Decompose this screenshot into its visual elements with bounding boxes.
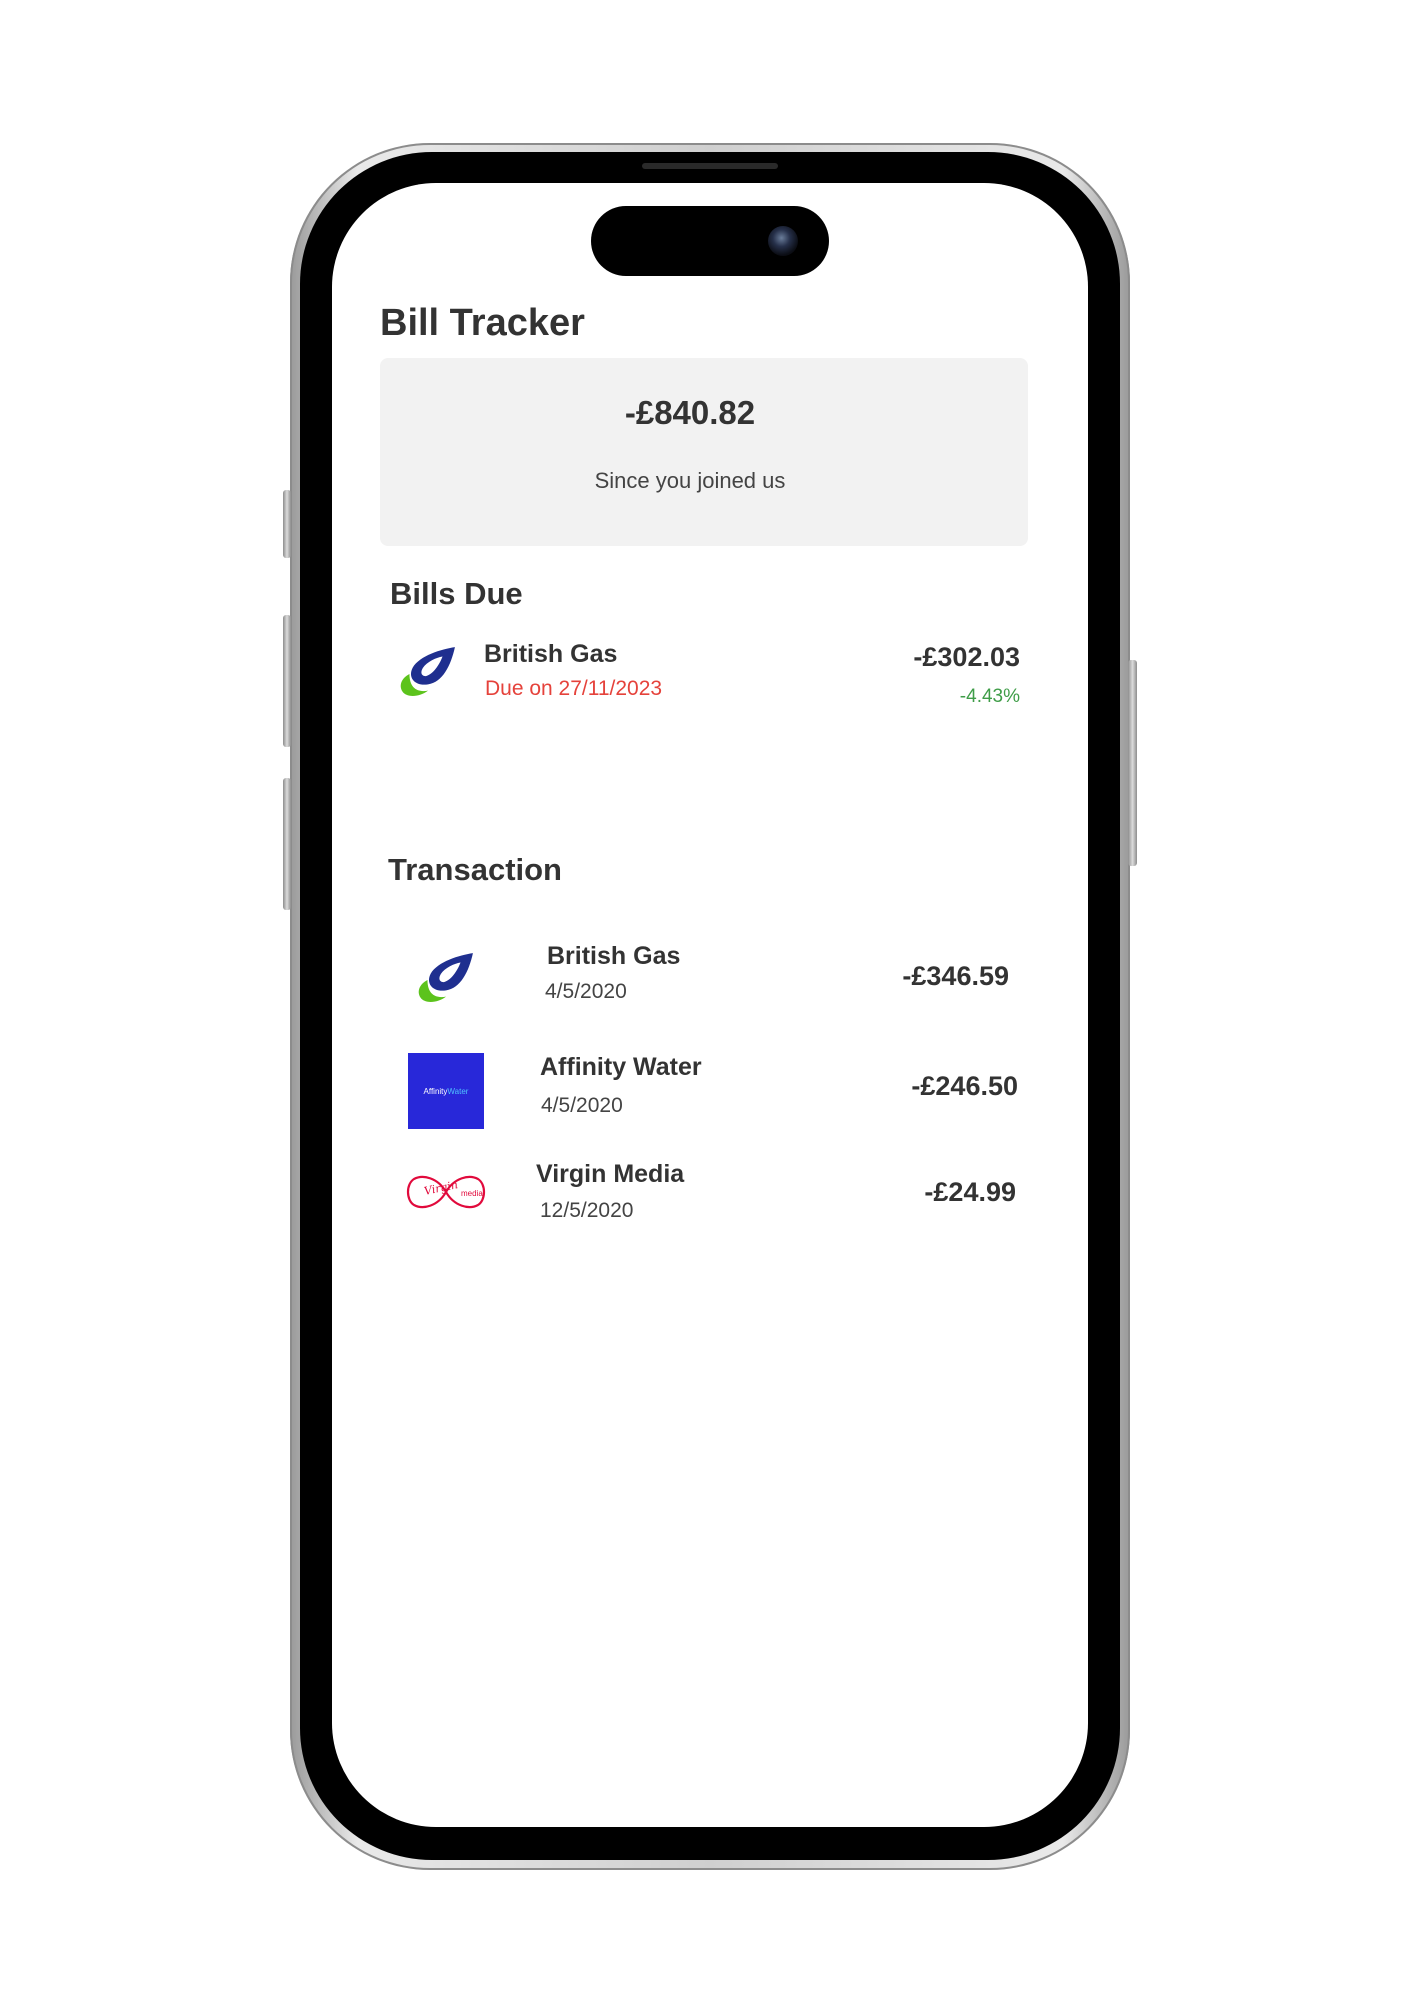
- svg-text:Virgin: Virgin: [423, 1178, 459, 1198]
- bill-due-date: Due on 27/11/2023: [485, 677, 663, 700]
- transaction-name: Affinity Water: [540, 1053, 702, 1081]
- british-gas-logo-icon: [400, 647, 455, 696]
- page-title: Bill Tracker: [380, 302, 585, 344]
- total-spent-amount: -£840.82: [624, 394, 756, 431]
- transaction-amount: -£246.50: [911, 1071, 1018, 1101]
- svg-text:media: media: [461, 1189, 483, 1198]
- earpiece-speaker: [642, 163, 778, 169]
- transactions-heading: Transaction: [388, 852, 562, 887]
- bills-due-heading: Bills Due: [390, 576, 523, 611]
- bill-due-change: -4.43%: [959, 686, 1020, 707]
- volume-down-button: [283, 778, 291, 910]
- power-button: [1128, 660, 1137, 866]
- front-camera-icon: [768, 226, 798, 256]
- total-spent-caption: Since you joined us: [594, 468, 786, 493]
- transaction-amount: -£346.59: [902, 961, 1009, 991]
- british-gas-logo-icon: [418, 953, 473, 1002]
- summary-card: -£840.82 Since you joined us: [380, 358, 1028, 546]
- action-button: [283, 490, 291, 558]
- transaction-name: British Gas: [547, 942, 681, 970]
- affinity-water-logo-icon: Affinity Water: [408, 1053, 484, 1129]
- bill-due-name: British Gas: [484, 640, 618, 668]
- virgin-media-logo-icon: Virgin media: [406, 1175, 486, 1209]
- volume-up-button: [283, 615, 291, 747]
- transaction-date: 4/5/2020: [545, 980, 627, 1003]
- transaction-amount: -£24.99: [924, 1177, 1016, 1207]
- transaction-name: Virgin Media: [536, 1160, 685, 1188]
- bill-due-amount: -£302.03: [913, 642, 1020, 672]
- transaction-date: 12/5/2020: [540, 1199, 634, 1222]
- transaction-date: 4/5/2020: [541, 1094, 623, 1117]
